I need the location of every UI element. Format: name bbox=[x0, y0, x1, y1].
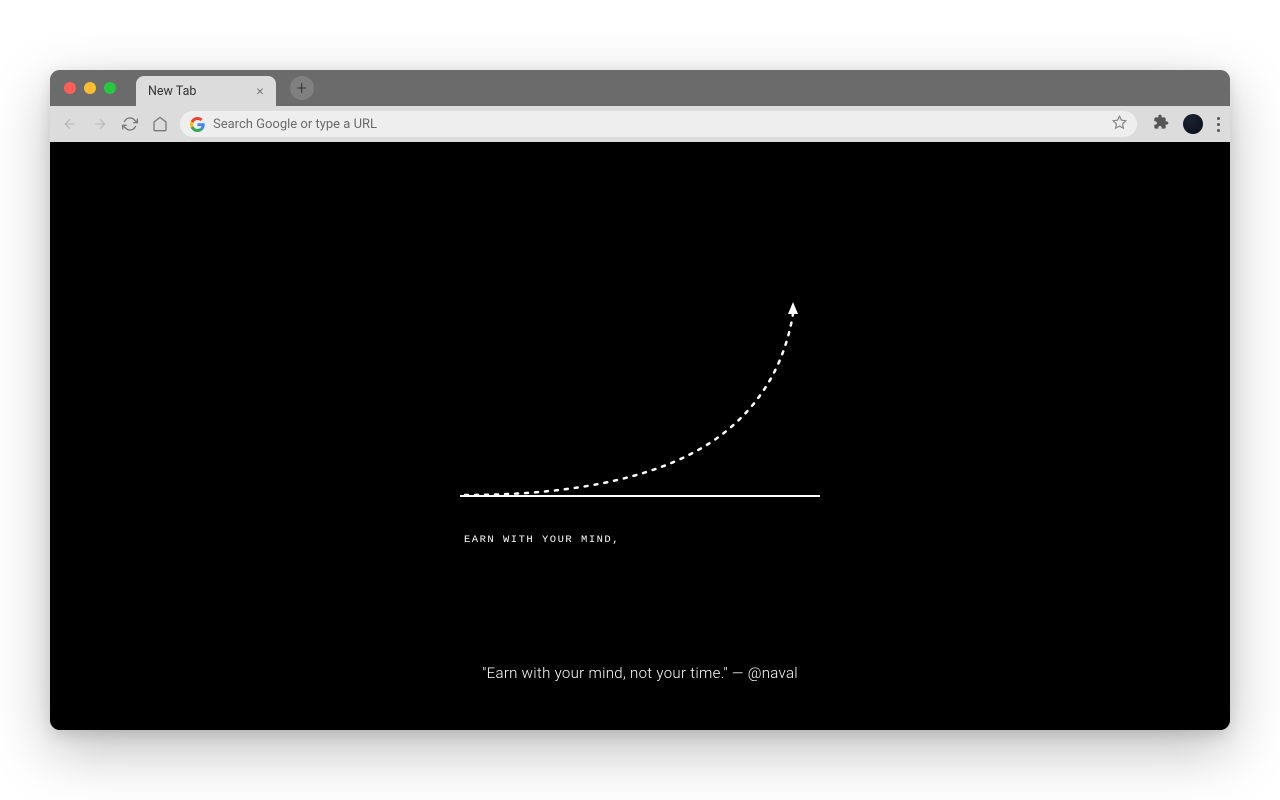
toolbar-right bbox=[1147, 114, 1220, 134]
arrow-left-icon bbox=[62, 116, 78, 132]
star-icon bbox=[1112, 115, 1127, 130]
kebab-dot-icon bbox=[1217, 117, 1220, 120]
footer-quote: "Earn with your mind, not your time." — … bbox=[50, 664, 1230, 682]
kebab-dot-icon bbox=[1217, 123, 1220, 126]
browser-window: New Tab × + Search Google or type a URL bbox=[50, 70, 1230, 730]
google-icon bbox=[190, 117, 205, 132]
page-content: EARN WITH YOUR MIND, "Earn with your min… bbox=[50, 142, 1230, 730]
browser-tab[interactable]: New Tab × bbox=[136, 76, 276, 106]
new-tab-button[interactable]: + bbox=[290, 76, 314, 100]
home-icon bbox=[152, 116, 168, 132]
profile-avatar[interactable] bbox=[1183, 114, 1203, 134]
home-button[interactable] bbox=[150, 114, 170, 134]
puzzle-icon bbox=[1153, 114, 1169, 130]
arrow-right-icon bbox=[92, 116, 108, 132]
back-button[interactable] bbox=[60, 114, 80, 134]
extensions-button[interactable] bbox=[1153, 114, 1169, 134]
menu-button[interactable] bbox=[1217, 117, 1220, 132]
minimize-window-button[interactable] bbox=[84, 82, 96, 94]
reload-button[interactable] bbox=[120, 114, 140, 134]
toolbar: Search Google or type a URL bbox=[50, 106, 1230, 142]
growth-curve-svg bbox=[460, 296, 820, 516]
maximize-window-button[interactable] bbox=[104, 82, 116, 94]
address-bar-placeholder: Search Google or type a URL bbox=[213, 117, 1104, 132]
close-tab-button[interactable]: × bbox=[256, 83, 263, 99]
bookmark-button[interactable] bbox=[1112, 115, 1127, 134]
forward-button[interactable] bbox=[90, 114, 110, 134]
address-bar[interactable]: Search Google or type a URL bbox=[180, 111, 1137, 137]
window-controls bbox=[58, 82, 122, 94]
titlebar: New Tab × + bbox=[50, 70, 1230, 106]
graphic-caption: EARN WITH YOUR MIND, bbox=[460, 534, 820, 546]
reload-icon bbox=[122, 116, 138, 132]
growth-curve-graphic bbox=[460, 296, 820, 516]
kebab-dot-icon bbox=[1217, 129, 1220, 132]
close-window-button[interactable] bbox=[64, 82, 76, 94]
tab-title: New Tab bbox=[148, 84, 196, 99]
